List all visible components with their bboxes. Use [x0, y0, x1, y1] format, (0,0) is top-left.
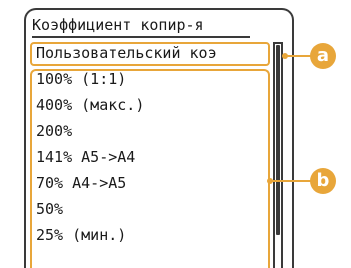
callout-b-badge: b [310, 168, 336, 194]
copy-ratio-list: Пользовательский коэ 100% (1:1) 400% (ма… [32, 40, 266, 248]
callout-b-anchor-dot [267, 178, 273, 184]
callout-a-badge: a [310, 43, 336, 69]
scrollbar[interactable] [273, 42, 283, 268]
scrollbar-thumb[interactable] [276, 45, 280, 235]
list-item-200[interactable]: 200% [32, 118, 266, 144]
list-item-70[interactable]: 70% A4->A5 [32, 170, 266, 196]
list-item-141[interactable]: 141% A5->A4 [32, 144, 266, 170]
list-item-400[interactable]: 400% (макс.) [32, 92, 266, 118]
list-item-100[interactable]: 100% (1:1) [32, 66, 266, 92]
list-item-50[interactable]: 50% [32, 196, 266, 222]
screen-title: Коэффициент копир-я [32, 14, 250, 38]
list-item-custom[interactable]: Пользовательский коэ [32, 40, 266, 66]
callout-a-anchor-dot [282, 53, 288, 59]
list-item-25[interactable]: 25% (мин.) [32, 222, 266, 248]
